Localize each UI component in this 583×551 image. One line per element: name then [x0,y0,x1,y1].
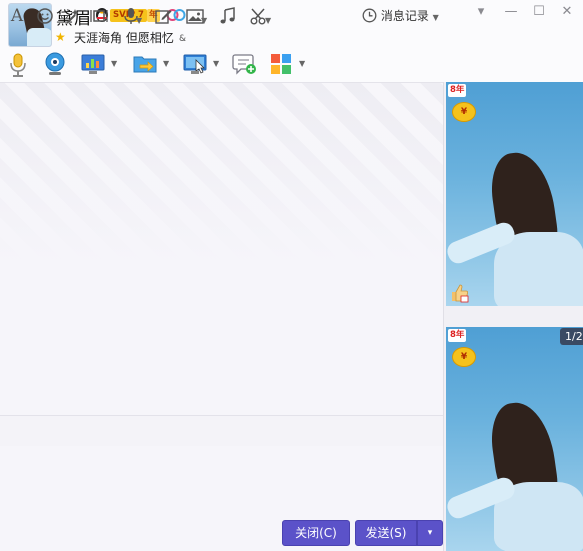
folder-arrow-icon [133,56,157,73]
clock-icon [362,8,377,23]
chevron-down-icon: ▼ [163,59,170,68]
minimize-button[interactable]: — [500,2,522,22]
voice-call-button[interactable] [8,50,28,78]
image-button[interactable]: ▼ [179,6,211,26]
music-icon[interactable] [218,6,236,26]
font-icon[interactable]: A [8,6,26,26]
status-suffix: & [179,34,187,44]
chat-add-icon [232,54,256,75]
coin-icon: ¥ [452,102,476,122]
send-button[interactable]: 发送(S) [355,520,417,546]
status-message: 天涯海角 但愿相忆 [74,31,174,45]
chevron-down-icon: ▼ [213,59,220,68]
maximize-button[interactable]: ☐ [528,2,550,22]
magic-wand-icon[interactable] [63,6,81,26]
chevron-down-icon: ▼ [432,13,439,22]
chevron-down-icon: ▼ [201,16,208,25]
send-options-button[interactable]: ▾ [417,520,443,546]
remote-desktop-icon [183,54,207,74]
screen-share-button[interactable]: ▼ [80,50,120,78]
screenshot-button[interactable]: ▼ [243,6,275,26]
message-history-label: 消息记录 [380,9,429,23]
apps-button[interactable]: ▼ [268,50,308,78]
video-call-button[interactable] [42,50,68,78]
app-grid-icon [271,54,291,74]
star-icon: ★ [55,30,66,44]
monitor-chart-icon [81,54,105,74]
qq-age-badge: 8年 [448,84,467,97]
qq-age-badge: 8年 [448,329,467,342]
chevron-down-icon: ▼ [265,16,272,25]
window-menu-button[interactable]: ▾ [470,2,492,22]
edit-icon[interactable] [153,6,173,26]
chevron-down-icon: ▼ [299,59,306,68]
close-window-button[interactable]: ✕ [556,2,578,22]
chevron-down-icon: ▼ [136,16,143,25]
message-input[interactable] [0,446,443,518]
message-history-button[interactable]: 消息记录 ▼ [362,6,439,26]
photo-page-counter: 1/2 [560,328,583,345]
thumbs-up-icon[interactable] [451,283,469,303]
contact-photo[interactable]: 8年 ¥ [446,327,583,551]
screenshot-frame-icon[interactable] [89,6,109,26]
create-group-chat-button[interactable] [232,50,258,78]
emoji-icon[interactable] [36,6,54,26]
contact-photo[interactable]: 8年 ¥ [446,82,583,306]
voice-message-button[interactable]: ▼ [116,6,146,26]
remote-assist-button[interactable]: ▼ [182,50,222,78]
microphone-icon [10,53,26,77]
input-toolbar [0,415,443,446]
message-history-area[interactable] [0,83,443,415]
webcam-icon [45,52,65,75]
close-button[interactable]: 关闭(C) [282,520,350,546]
chevron-down-icon: ▼ [111,59,118,68]
coin-icon: ¥ [452,347,476,367]
file-transfer-button[interactable]: ▼ [132,50,172,78]
